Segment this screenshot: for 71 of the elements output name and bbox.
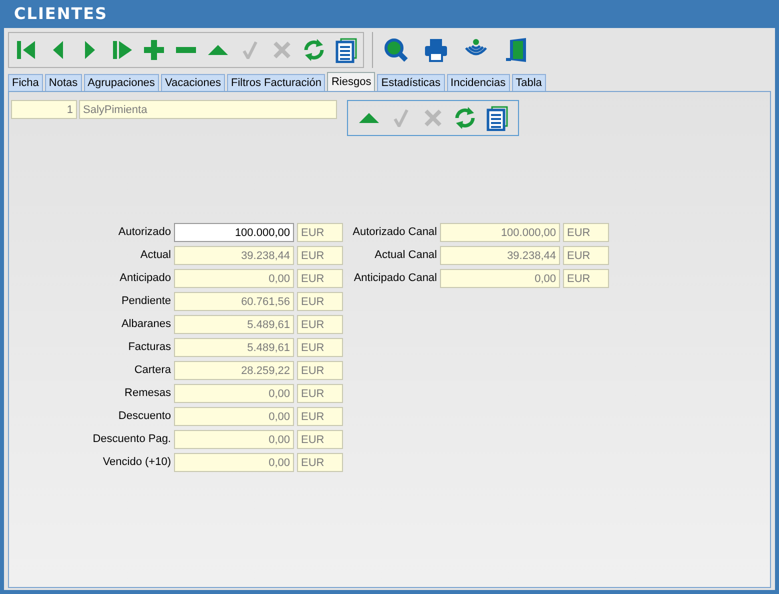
tab[interactable]: Ficha <box>8 74 43 91</box>
cross-icon <box>424 109 442 127</box>
last-icon <box>112 41 132 59</box>
printer-icon <box>423 37 449 63</box>
next-icon <box>85 41 95 59</box>
field-label: Remesas <box>124 387 171 399</box>
field-label: Actual <box>139 249 171 261</box>
currency-field: EUR <box>297 360 343 380</box>
amount-field[interactable]: 0,00 <box>440 268 560 288</box>
amount-field[interactable]: 39.238,44 <box>174 246 294 264</box>
triangle-up-icon <box>359 113 379 123</box>
currency-field: EUR <box>297 292 343 310</box>
tab[interactable]: Riesgos <box>327 72 376 91</box>
field-label: Descuento Pag. <box>92 433 171 445</box>
tab[interactable]: Notas <box>44 74 82 91</box>
plus-icon <box>144 40 164 60</box>
field-label: Vencido (+10) <box>102 456 171 468</box>
triangle-up-icon <box>208 45 228 55</box>
checkmark-icon <box>393 109 409 127</box>
amount-field[interactable]: 100.000,00 <box>174 222 294 242</box>
currency-field: EUR <box>297 268 343 288</box>
currency-field: EUR <box>297 338 343 356</box>
checkmark-icon <box>242 41 258 59</box>
list-icon <box>333 37 359 63</box>
amount-field[interactable]: 5.489,61 <box>174 314 294 334</box>
field-label: Cartera <box>133 364 171 376</box>
previous-icon <box>53 41 63 59</box>
amount-field[interactable]: 28.259,22 <box>174 360 294 380</box>
first-icon <box>17 41 35 59</box>
door-icon <box>503 37 529 63</box>
field-label: Autorizado Canal <box>352 226 437 238</box>
currency-field: EUR <box>297 384 343 402</box>
tab[interactable]: Incidencias <box>446 74 510 91</box>
field-label: Autorizado <box>117 226 171 238</box>
field-label: Anticipado Canal <box>352 272 437 284</box>
client-name-field[interactable]: SalyPimienta <box>79 100 337 119</box>
currency-field: EUR <box>563 222 609 242</box>
tab[interactable]: Filtros Facturación <box>227 74 326 91</box>
currency-field: EUR <box>563 268 609 288</box>
amount-field[interactable]: 0,00 <box>174 406 294 426</box>
currency-field: EUR <box>297 406 343 426</box>
currency-field: EUR <box>297 452 343 472</box>
tab[interactable]: Vacaciones <box>160 74 225 91</box>
magnifier-icon <box>383 37 409 63</box>
cross-icon <box>273 41 291 59</box>
amount-field[interactable]: 60.761,56 <box>174 292 294 310</box>
amount-field[interactable]: 0,00 <box>174 268 294 288</box>
minus-icon <box>176 47 196 53</box>
window-title: CLIENTES <box>13 3 109 25</box>
currency-field: EUR <box>297 222 343 242</box>
currency-field: EUR <box>297 430 343 448</box>
currency-field: EUR <box>297 314 343 334</box>
amount-field[interactable]: 39.238,44 <box>440 246 560 264</box>
amount-field[interactable]: 0,00 <box>174 430 294 448</box>
amount-field[interactable]: 0,00 <box>174 452 294 472</box>
field-label: Facturas <box>127 341 171 353</box>
amount-field[interactable]: 100.000,00 <box>440 222 560 242</box>
field-label: Descuento <box>117 410 171 422</box>
list-icon <box>484 105 510 131</box>
field-label: Albaranes <box>120 318 171 330</box>
tab[interactable]: Agrupaciones <box>84 74 159 91</box>
amount-field[interactable]: 0,00 <box>174 384 294 402</box>
client-code-field[interactable]: 1 <box>11 100 77 119</box>
currency-field: EUR <box>297 246 343 264</box>
tab[interactable]: Estadísticas <box>377 74 445 91</box>
field-label: Anticipado <box>118 272 171 284</box>
field-label: Pendiente <box>120 295 171 307</box>
currency-field: EUR <box>563 246 609 264</box>
amount-field[interactable]: 5.489,61 <box>174 338 294 356</box>
tab[interactable]: Tabla <box>512 74 546 91</box>
field-label: Actual Canal <box>374 249 437 261</box>
